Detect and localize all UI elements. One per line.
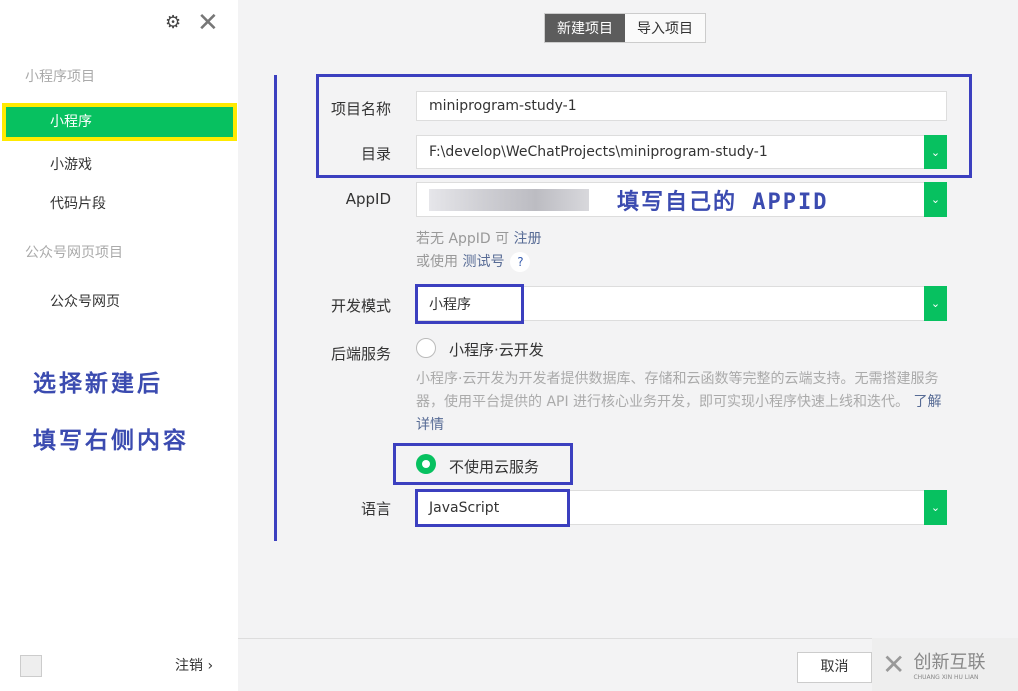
directory-select[interactable]: F:\develop\WeChatProjects\miniprogram-st…: [416, 135, 947, 169]
backend-label: 后端服务: [330, 345, 391, 363]
annotation-box-no-cloud: [393, 443, 573, 485]
cloud-radio[interactable]: [416, 338, 436, 358]
name-label: 项目名称: [330, 100, 391, 118]
cancel-button[interactable]: 取消: [797, 652, 872, 683]
appid-annotation: 填写自己的 APPID: [617, 189, 829, 215]
appid-blurred: [429, 188, 589, 211]
close-icon[interactable]: ✕: [197, 8, 219, 38]
sidebar-item-snippet[interactable]: 代码片段: [50, 193, 106, 213]
watermark-sub: CHUANG XIN HU LIAN: [913, 674, 979, 681]
chevron-down-icon[interactable]: ⌄: [924, 182, 947, 217]
group-webpage: 公众号网页项目: [25, 245, 123, 261]
chevron-down-icon[interactable]: ⌄: [924, 135, 947, 169]
annotation-left-2: 填写右侧内容: [33, 427, 189, 454]
gear-icon[interactable]: ⚙: [165, 12, 181, 33]
test-account-link[interactable]: 测试号: [462, 254, 504, 270]
sidebar: ⚙ ✕ 小程序项目 小程序 小游戏 代码片段 公众号网页项目 公众号网页 选择新…: [0, 0, 238, 691]
help-icon[interactable]: ?: [510, 252, 531, 272]
watermark-logo: ✕ 创新互联 CHUANG XIN HU LIAN: [872, 638, 1018, 691]
appid-input[interactable]: 填写自己的 APPID ⌄: [416, 182, 947, 217]
tab-import-project[interactable]: 导入项目: [625, 14, 705, 42]
chevron-down-icon[interactable]: ⌄: [924, 286, 947, 321]
tab-new-project[interactable]: 新建项目: [545, 14, 625, 42]
annotation-box-mode: [415, 284, 524, 324]
sidebar-item-webpage[interactable]: 公众号网页: [50, 291, 120, 311]
annotation-left-1: 选择新建后: [33, 370, 163, 397]
cloud-description: 小程序·云开发为开发者提供数据库、存储和云函数等完整的云端支持。无需搭建服务器，…: [416, 368, 951, 437]
chevron-down-icon[interactable]: ⌄: [924, 490, 947, 525]
project-name-input[interactable]: miniprogram-study-1: [416, 91, 947, 121]
appid-label: AppID: [345, 190, 391, 208]
annotation-box-lang: [415, 489, 570, 527]
hint-text: 或使用: [416, 254, 463, 270]
register-hint: 若无 AppID 可 注册: [416, 228, 542, 248]
cloud-desc-text: 小程序·云开发为开发者提供数据库、存储和云函数等完整的云端支持。无需搭建服务器，…: [416, 371, 939, 410]
hint-text: 若无 AppID 可: [416, 231, 514, 247]
logout-link[interactable]: 注销 ›: [175, 655, 213, 675]
directory-value: F:\develop\WeChatProjects\miniprogram-st…: [429, 144, 768, 160]
avatar[interactable]: [20, 655, 42, 677]
group-miniprogram: 小程序项目: [25, 69, 95, 85]
watermark-text: 创新互联: [913, 652, 986, 673]
lang-label: 语言: [360, 500, 391, 518]
test-account-hint: 或使用 测试号?: [416, 251, 531, 272]
sidebar-item-miniprogram[interactable]: 小程序: [2, 103, 237, 141]
cloud-option-label: 小程序·云开发: [449, 341, 544, 359]
watermark-icon: ✕: [882, 648, 906, 681]
register-link[interactable]: 注册: [514, 231, 542, 247]
tab-bar: 新建项目 导入项目: [544, 13, 706, 43]
mode-label: 开发模式: [330, 297, 391, 315]
project-name-value: miniprogram-study-1: [429, 98, 577, 114]
dir-label: 目录: [360, 145, 391, 163]
sidebar-item-minigame[interactable]: 小游戏: [50, 154, 92, 174]
